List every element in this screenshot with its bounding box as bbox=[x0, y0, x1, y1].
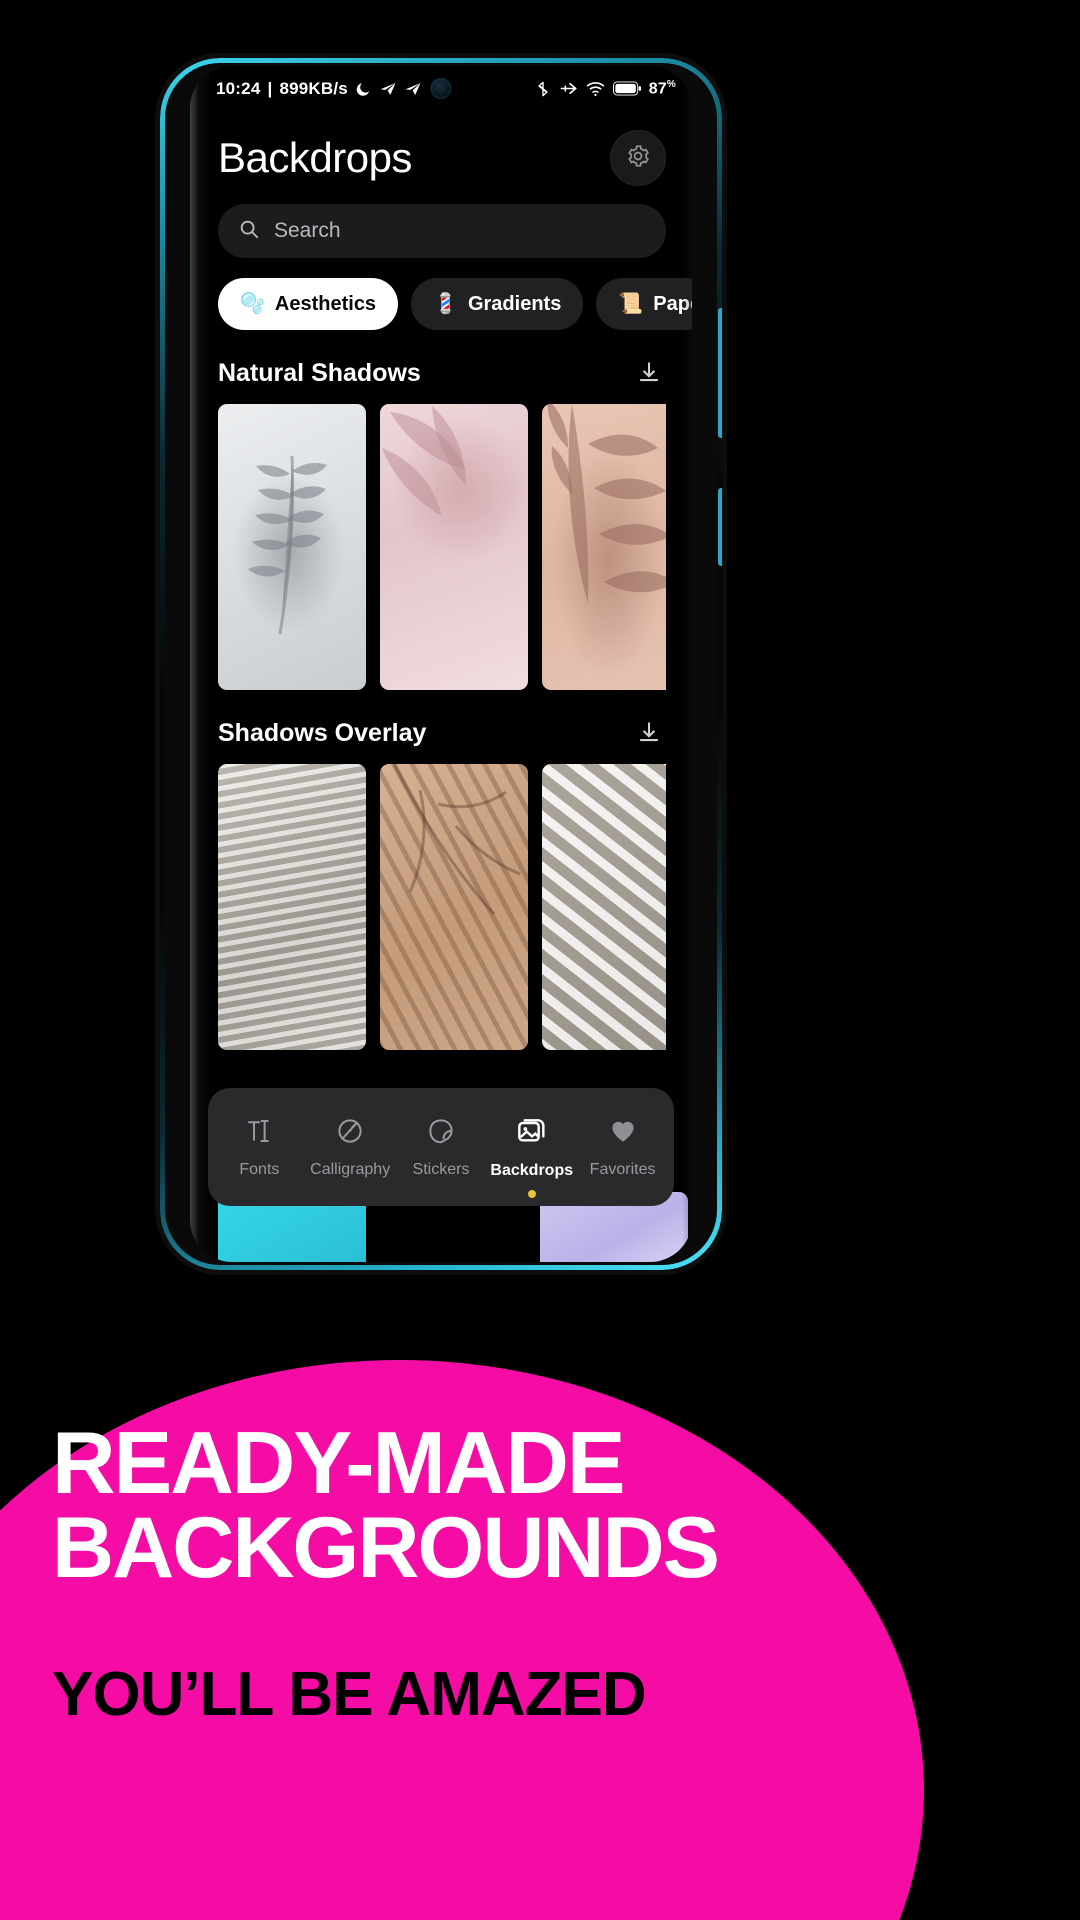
section-shadows-overlay: Shadows Overlay bbox=[190, 690, 692, 1050]
telegram-icon bbox=[404, 80, 422, 98]
text-cursor-icon bbox=[244, 1116, 274, 1151]
chip-label: Paper bbox=[653, 292, 692, 315]
phone-frame: 10:24 | 899KB/s 87% Backdrops Search 🫧 A… bbox=[160, 58, 722, 1270]
wifi-icon bbox=[586, 79, 605, 98]
airplane-icon bbox=[559, 79, 578, 98]
images-icon bbox=[516, 1115, 548, 1152]
backdrop-thumbnail[interactable] bbox=[380, 764, 528, 1050]
download-button[interactable] bbox=[632, 716, 666, 750]
chip-aesthetics[interactable]: 🫧 Aesthetics bbox=[218, 278, 399, 330]
heart-icon bbox=[608, 1116, 638, 1151]
search-icon bbox=[238, 218, 260, 245]
category-chips[interactable]: 🫧 Aesthetics 💈 Gradients 📜 Paper bbox=[190, 258, 692, 330]
nav-item-stickers[interactable]: Stickers bbox=[398, 1116, 484, 1179]
status-separator: | bbox=[267, 79, 273, 98]
promo-line-2: BACKGROUNDS bbox=[52, 1499, 720, 1596]
nav-item-fonts[interactable]: Fonts bbox=[216, 1116, 302, 1179]
status-bar-left: 10:24 | 899KB/s bbox=[216, 79, 422, 99]
section-natural-shadows: Natural Shadows bbox=[190, 330, 692, 690]
chip-label: Gradients bbox=[467, 292, 562, 315]
nav-label: Backdrops bbox=[490, 1161, 574, 1179]
calligraphy-pen-icon bbox=[335, 1116, 365, 1151]
section-header: Shadows Overlay bbox=[218, 716, 666, 764]
bluetooth-icon bbox=[535, 80, 551, 98]
bottom-navigation-bar[interactable]: Fonts Calligraphy Stickers Backdrops Fav… bbox=[208, 1088, 674, 1206]
nav-item-calligraphy[interactable]: Calligraphy bbox=[307, 1116, 393, 1179]
nav-label: Favorites bbox=[589, 1160, 656, 1178]
search-input[interactable]: Search bbox=[218, 204, 666, 258]
page-title: Backdrops bbox=[218, 134, 412, 181]
volume-button[interactable] bbox=[718, 308, 722, 438]
download-button[interactable] bbox=[632, 356, 666, 390]
thumbnail-row[interactable] bbox=[218, 764, 666, 1050]
scroll-icon: 📜 bbox=[618, 293, 644, 315]
app-header: Backdrops bbox=[190, 112, 692, 196]
status-bar: 10:24 | 899KB/s 87% bbox=[190, 66, 692, 112]
backdrop-thumbnail[interactable] bbox=[218, 404, 366, 690]
promo-line-1: READY-MADE bbox=[52, 1412, 626, 1512]
nav-item-favorites[interactable]: Favorites bbox=[580, 1116, 666, 1179]
phone-screen: 10:24 | 899KB/s 87% Backdrops Search 🫧 A… bbox=[190, 66, 692, 1262]
chip-label: Aesthetics bbox=[274, 292, 377, 315]
section-header: Natural Shadows bbox=[218, 356, 666, 404]
section-title: Shadows Overlay bbox=[218, 718, 427, 747]
search-container: Search bbox=[190, 196, 692, 258]
sticker-icon bbox=[426, 1116, 456, 1151]
thumbnail-row[interactable] bbox=[218, 404, 666, 690]
nav-label: Fonts bbox=[239, 1160, 280, 1178]
backdrop-thumbnail[interactable] bbox=[542, 404, 666, 690]
gear-icon bbox=[625, 143, 651, 174]
bubbles-icon: 🫧 bbox=[240, 293, 265, 315]
nav-label: Calligraphy bbox=[310, 1160, 391, 1178]
section-title: Natural Shadows bbox=[218, 358, 421, 387]
chip-paper[interactable]: 📜 Paper bbox=[596, 278, 692, 330]
active-indicator-dot bbox=[527, 1189, 536, 1198]
backdrop-thumbnail[interactable] bbox=[218, 764, 366, 1050]
status-bar-right: 87% bbox=[535, 79, 676, 98]
nav-label: Stickers bbox=[412, 1160, 470, 1178]
backdrop-thumbnail[interactable] bbox=[542, 764, 666, 1050]
front-camera-punch-hole bbox=[430, 78, 452, 99]
moon-icon bbox=[355, 81, 372, 98]
status-time: 10:24 bbox=[216, 79, 261, 98]
barber-pole-icon: 💈 bbox=[433, 293, 458, 315]
backdrop-thumbnail[interactable] bbox=[380, 404, 528, 690]
status-network-speed: 899KB/s bbox=[279, 79, 348, 98]
battery-percent-label: 87% bbox=[648, 79, 676, 98]
nav-item-backdrops[interactable]: Backdrops bbox=[489, 1115, 575, 1198]
chip-gradients[interactable]: 💈 Gradients bbox=[411, 278, 584, 330]
search-placeholder: Search bbox=[274, 219, 341, 242]
power-button[interactable] bbox=[718, 488, 722, 566]
telegram-icon bbox=[379, 80, 397, 98]
battery-icon bbox=[612, 81, 641, 96]
promo-subtitle: YOU’LL BE AMAZED bbox=[52, 1660, 647, 1729]
settings-button[interactable] bbox=[610, 130, 666, 186]
promo-headline: READY-MADE BACKGROUNDS bbox=[52, 1412, 1032, 1596]
